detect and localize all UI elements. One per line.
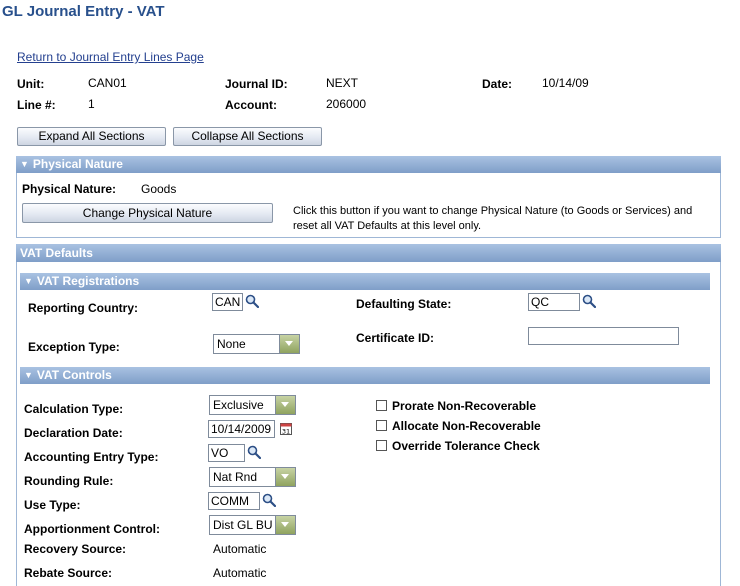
override-label: Override Tolerance Check bbox=[392, 439, 540, 453]
search-icon[interactable] bbox=[262, 493, 276, 507]
reporting-country-input[interactable]: CAN bbox=[212, 293, 243, 311]
chevron-down-icon bbox=[275, 516, 295, 534]
exception-type-label: Exception Type: bbox=[28, 340, 120, 354]
search-icon[interactable] bbox=[245, 294, 259, 308]
account-label: Account: bbox=[225, 98, 277, 112]
physical-nature-value: Goods bbox=[141, 182, 177, 196]
journal-id-label: Journal ID: bbox=[225, 77, 288, 91]
journal-id-value: NEXT bbox=[326, 76, 359, 90]
chevron-down-icon bbox=[275, 468, 295, 486]
return-link[interactable]: Return to Journal Entry Lines Page bbox=[17, 50, 204, 64]
chevron-down-icon bbox=[279, 335, 299, 353]
line-label: Line #: bbox=[17, 98, 56, 112]
override-checkbox[interactable] bbox=[376, 440, 387, 451]
change-physical-nature-button[interactable]: Change Physical Nature bbox=[22, 203, 273, 223]
rebate-source-value: Automatic bbox=[213, 566, 267, 580]
collapse-triangle-icon: ▼ bbox=[24, 370, 33, 380]
apportionment-control-select[interactable]: Dist GL BU bbox=[209, 515, 296, 535]
rounding-rule-label: Rounding Rule: bbox=[24, 474, 114, 488]
calculation-type-label: Calculation Type: bbox=[24, 402, 124, 416]
collapse-triangle-icon: ▼ bbox=[24, 276, 33, 286]
accounting-entry-type-label: Accounting Entry Type: bbox=[24, 450, 159, 464]
vat-controls-header[interactable]: ▼ VAT Controls bbox=[20, 367, 710, 384]
physical-nature-label: Physical Nature: bbox=[22, 182, 117, 196]
reporting-country-label: Reporting Country: bbox=[28, 301, 138, 315]
rebate-source-label: Rebate Source: bbox=[24, 566, 113, 580]
chevron-down-icon bbox=[275, 396, 295, 414]
defaulting-state-label: Defaulting State: bbox=[356, 297, 452, 311]
certificate-id-input[interactable] bbox=[528, 327, 679, 345]
allocate-checkbox[interactable] bbox=[376, 420, 387, 431]
account-value: 206000 bbox=[326, 97, 367, 111]
use-type-label: Use Type: bbox=[24, 498, 81, 512]
collapse-all-button[interactable]: Collapse All Sections bbox=[173, 127, 322, 146]
prorate-checkbox[interactable] bbox=[376, 400, 387, 411]
rounding-rule-select[interactable]: Nat Rnd bbox=[209, 467, 296, 487]
collapse-triangle-icon: ▼ bbox=[20, 159, 29, 169]
apportionment-control-label: Apportionment Control: bbox=[24, 522, 160, 536]
page-title: GL Journal Entry - VAT bbox=[2, 3, 165, 20]
allocate-label: Allocate Non-Recoverable bbox=[392, 419, 541, 433]
recovery-source-label: Recovery Source: bbox=[24, 542, 127, 556]
unit-label: Unit: bbox=[17, 77, 45, 91]
physical-nature-header[interactable]: ▼ Physical Nature bbox=[16, 156, 721, 173]
search-icon[interactable] bbox=[582, 294, 596, 308]
prorate-label: Prorate Non-Recoverable bbox=[392, 399, 537, 413]
calendar-icon[interactable]: 31 bbox=[280, 422, 292, 435]
vat-defaults-header: VAT Defaults bbox=[16, 244, 721, 262]
svg-text:31: 31 bbox=[282, 428, 290, 436]
date-value: 10/14/09 bbox=[542, 76, 589, 90]
search-icon[interactable] bbox=[247, 445, 261, 459]
defaulting-state-input[interactable]: QC bbox=[528, 293, 580, 311]
exception-type-select[interactable]: None bbox=[213, 334, 300, 354]
help-text-line-1: Click this button if you want to change … bbox=[293, 205, 693, 217]
vat-registrations-header[interactable]: ▼ VAT Registrations bbox=[20, 273, 710, 290]
accounting-entry-type-input[interactable]: VO bbox=[208, 444, 245, 462]
help-text-line-2: reset all VAT Defaults at this level onl… bbox=[293, 220, 482, 232]
calculation-type-select[interactable]: Exclusive bbox=[209, 395, 296, 415]
use-type-input[interactable]: COMM bbox=[208, 492, 260, 510]
declaration-date-input[interactable]: 10/14/2009 bbox=[208, 420, 275, 438]
declaration-date-label: Declaration Date: bbox=[24, 426, 123, 440]
expand-all-button[interactable]: Expand All Sections bbox=[17, 127, 166, 146]
certificate-id-label: Certificate ID: bbox=[356, 331, 435, 345]
recovery-source-value: Automatic bbox=[213, 542, 267, 556]
line-value: 1 bbox=[88, 97, 95, 111]
date-label: Date: bbox=[482, 77, 513, 91]
unit-value: CAN01 bbox=[88, 76, 127, 90]
